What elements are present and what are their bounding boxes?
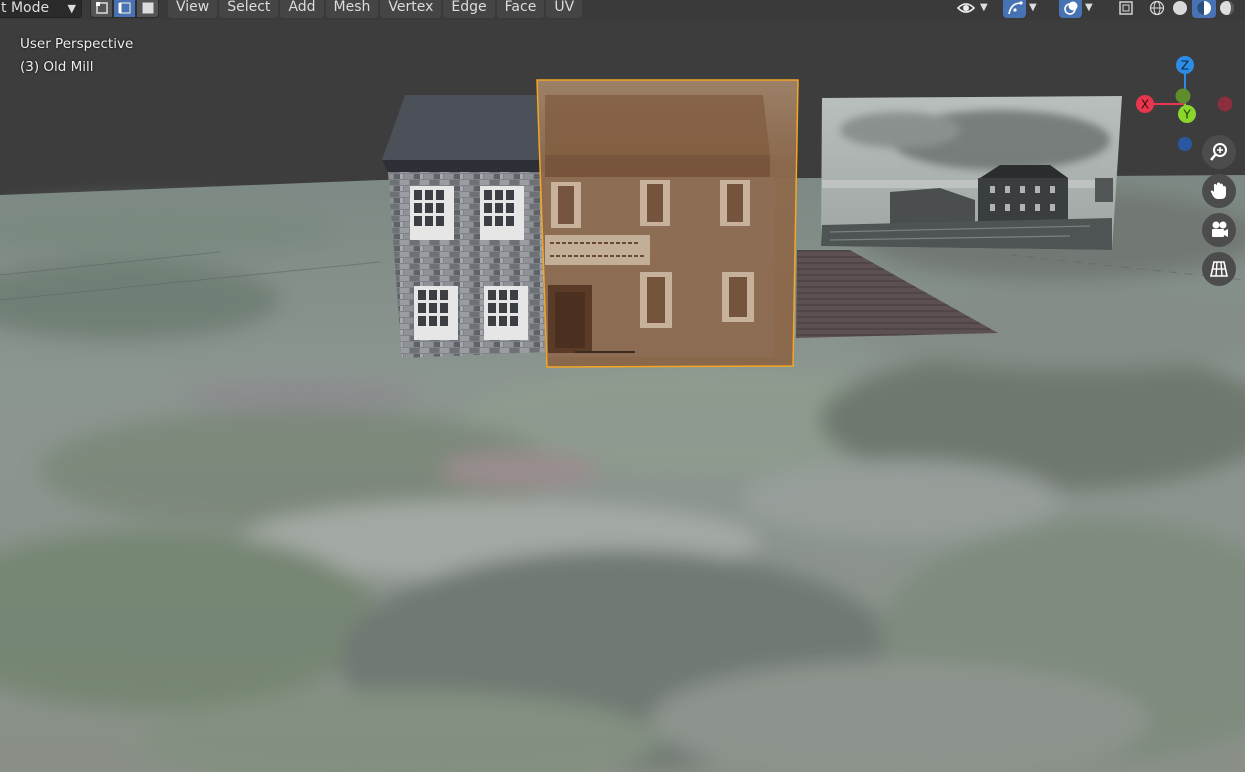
menu-face[interactable]: Face — [496, 0, 545, 18]
grid-ortho-icon — [1210, 261, 1228, 277]
face-select-icon — [142, 2, 153, 13]
chevron-down-icon: ▼ — [1029, 2, 1037, 13]
hand-pan-icon — [1210, 182, 1226, 199]
viewport-header: t Mode ▼ View Select Add Mesh Vertex Edg… — [0, 0, 1245, 20]
menu-uv[interactable]: UV — [546, 0, 583, 18]
material-shading-button[interactable] — [1192, 0, 1216, 18]
mode-dropdown[interactable]: t Mode ▼ — [0, 0, 82, 18]
zoom-icon — [1210, 143, 1227, 161]
menu-edge[interactable]: Edge — [443, 0, 495, 18]
xray-toggle[interactable] — [1115, 0, 1137, 18]
viewport-scene — [0, 20, 1245, 772]
select-mode-group — [90, 0, 159, 18]
3d-viewport[interactable]: User Perspective (3) Old Mill Z X Y — [0, 20, 1245, 772]
menu-mesh[interactable]: Mesh — [325, 0, 379, 18]
y-axis-label: Y — [1182, 108, 1191, 122]
face-select-button[interactable] — [136, 0, 159, 18]
x-axis-label: X — [1141, 98, 1149, 112]
solid-shading-button[interactable] — [1168, 0, 1192, 18]
wireframe-shading-button[interactable] — [1146, 0, 1168, 18]
z-axis-label: Z — [1181, 59, 1189, 73]
perspective-label: User Perspective — [20, 36, 134, 52]
vertex-select-button[interactable] — [90, 0, 113, 18]
material-sphere-icon — [1197, 0, 1211, 15]
gizmo-icon — [1003, 0, 1026, 18]
header-menu: View Select Add Mesh Vertex Edge Face UV — [168, 0, 583, 18]
historical-photo-plane — [821, 96, 1122, 250]
menu-vertex[interactable]: Vertex — [380, 0, 442, 18]
overlays-toggle[interactable]: ▼ — [1059, 0, 1096, 18]
ortho-toggle-button[interactable] — [1202, 252, 1236, 286]
rendered-shading-button[interactable] — [1216, 0, 1238, 18]
eye-icon — [955, 0, 977, 18]
mode-label: t Mode — [1, 0, 50, 16]
menu-view[interactable]: View — [168, 0, 218, 18]
menu-add[interactable]: Add — [280, 0, 324, 18]
edge-select-icon — [118, 1, 131, 14]
vertex-select-icon — [95, 1, 108, 14]
chevron-down-icon: ▼ — [980, 2, 988, 13]
menu-select[interactable]: Select — [219, 0, 279, 18]
chevron-down-icon: ▼ — [1085, 2, 1093, 13]
edge-select-button[interactable] — [113, 0, 136, 18]
active-object-label: (3) Old Mill — [20, 59, 94, 75]
stone-building — [382, 95, 545, 358]
zoom-button[interactable] — [1202, 135, 1236, 169]
camera-view-button[interactable] — [1202, 213, 1236, 247]
overlays-icon — [1059, 0, 1082, 18]
selected-photo-plane[interactable] — [536, 79, 799, 368]
solid-sphere-icon — [1173, 0, 1187, 15]
rendered-sphere-icon — [1220, 0, 1234, 15]
shading-modes — [1146, 0, 1238, 18]
xray-icon — [1115, 0, 1137, 18]
camera-icon — [1212, 221, 1228, 237]
visibility-dropdown[interactable]: ▼ — [955, 0, 991, 18]
wireframe-sphere-icon — [1149, 0, 1165, 15]
pan-button[interactable] — [1202, 174, 1236, 208]
gizmo-toggle[interactable]: ▼ — [1003, 0, 1040, 18]
chevron-down-icon: ▼ — [67, 2, 76, 15]
